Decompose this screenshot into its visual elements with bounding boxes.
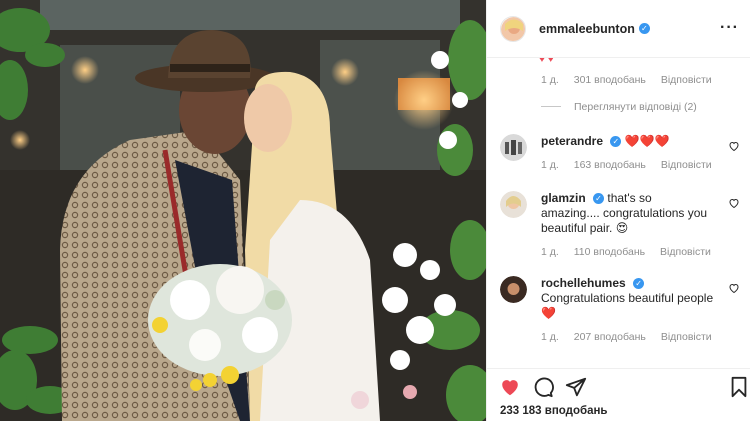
- post-actions-bar: 233 183 вподобань: [487, 368, 750, 421]
- comment-meta: 1 д. 110 вподобань Відповісти: [541, 246, 723, 258]
- post-side-panel: emmaleebunton ✓ ··· ♥ ♥ 1 д. 301 вподоба…: [486, 0, 750, 421]
- likes-count[interactable]: 233 183 вподобань: [500, 405, 608, 417]
- comment-username[interactable]: peterandre: [541, 134, 603, 148]
- reply-button[interactable]: Відповісти: [660, 246, 711, 258]
- like-comment-icon[interactable]: [728, 197, 740, 209]
- reply-button[interactable]: Відповісти: [661, 331, 712, 343]
- more-options-icon[interactable]: ···: [720, 20, 739, 36]
- like-comment-icon[interactable]: [728, 282, 740, 294]
- reply-button[interactable]: Відповісти: [661, 159, 712, 171]
- comment-time: 1 д.: [541, 74, 559, 86]
- previous-comment-hearts: ♥ ♥: [539, 58, 554, 65]
- share-icon[interactable]: [565, 376, 587, 398]
- comment-time: 1 д.: [541, 159, 559, 171]
- verified-badge-icon: ✓: [610, 136, 622, 148]
- author-avatar[interactable]: [500, 15, 526, 42]
- comment-emoji: ❤️: [541, 306, 556, 320]
- post-header: emmaleebunton ✓ ···: [487, 0, 750, 58]
- view-replies-button[interactable]: Переглянути відповіді (2): [574, 101, 697, 113]
- reply-button[interactable]: Відповісти: [661, 74, 712, 86]
- post-photo[interactable]: [0, 0, 486, 421]
- commenter-avatar[interactable]: [500, 276, 527, 303]
- comment-emoji: ❤️❤️❤️: [624, 134, 670, 148]
- wedding-photo-illustration: [0, 0, 486, 421]
- comments-list: ♥ ♥ 1 д. 301 вподобань Відповісти Перегл…: [487, 58, 750, 368]
- verified-badge-icon: ✓: [593, 193, 605, 205]
- comment-emoji: 😍: [615, 221, 629, 235]
- verified-badge-icon: ✓: [633, 278, 645, 290]
- bookmark-icon[interactable]: [729, 376, 749, 398]
- comment-time: 1 д.: [541, 246, 559, 258]
- comment-body: glamzin ✓ that's so amazing.... congratu…: [541, 191, 711, 236]
- comment-body: rochellehumes ✓ Congratulations beautifu…: [541, 276, 721, 321]
- comment-meta: 1 д. 163 вподобань Відповісти: [541, 159, 724, 171]
- comment-time: 1 д.: [541, 331, 559, 343]
- author-username[interactable]: emmaleebunton: [539, 22, 635, 36]
- comment-icon[interactable]: [532, 376, 554, 398]
- commenter-avatar[interactable]: [500, 134, 527, 161]
- previous-comment-meta: 1 д. 301 вподобань Відповісти: [541, 74, 724, 86]
- comment-body: peterandre ✓ ❤️❤️❤️: [541, 134, 721, 149]
- comment-text: Congratulations beautiful people: [541, 291, 714, 305]
- comment-likes[interactable]: 301 вподобань: [574, 74, 646, 86]
- commenter-avatar[interactable]: [500, 191, 527, 218]
- replies-divider: [541, 106, 561, 107]
- comment-likes[interactable]: 110 вподобань: [574, 246, 645, 258]
- comment-likes[interactable]: 207 вподобань: [574, 331, 646, 343]
- comment-likes[interactable]: 163 вподобань: [574, 159, 646, 171]
- verified-badge-icon: ✓: [638, 23, 650, 34]
- heart-icon[interactable]: [499, 376, 521, 398]
- comment-username[interactable]: glamzin: [541, 191, 586, 205]
- comment-meta: 1 д. 207 вподобань Відповісти: [541, 331, 724, 343]
- comment-username[interactable]: rochellehumes: [541, 276, 626, 290]
- like-comment-icon[interactable]: [728, 140, 740, 152]
